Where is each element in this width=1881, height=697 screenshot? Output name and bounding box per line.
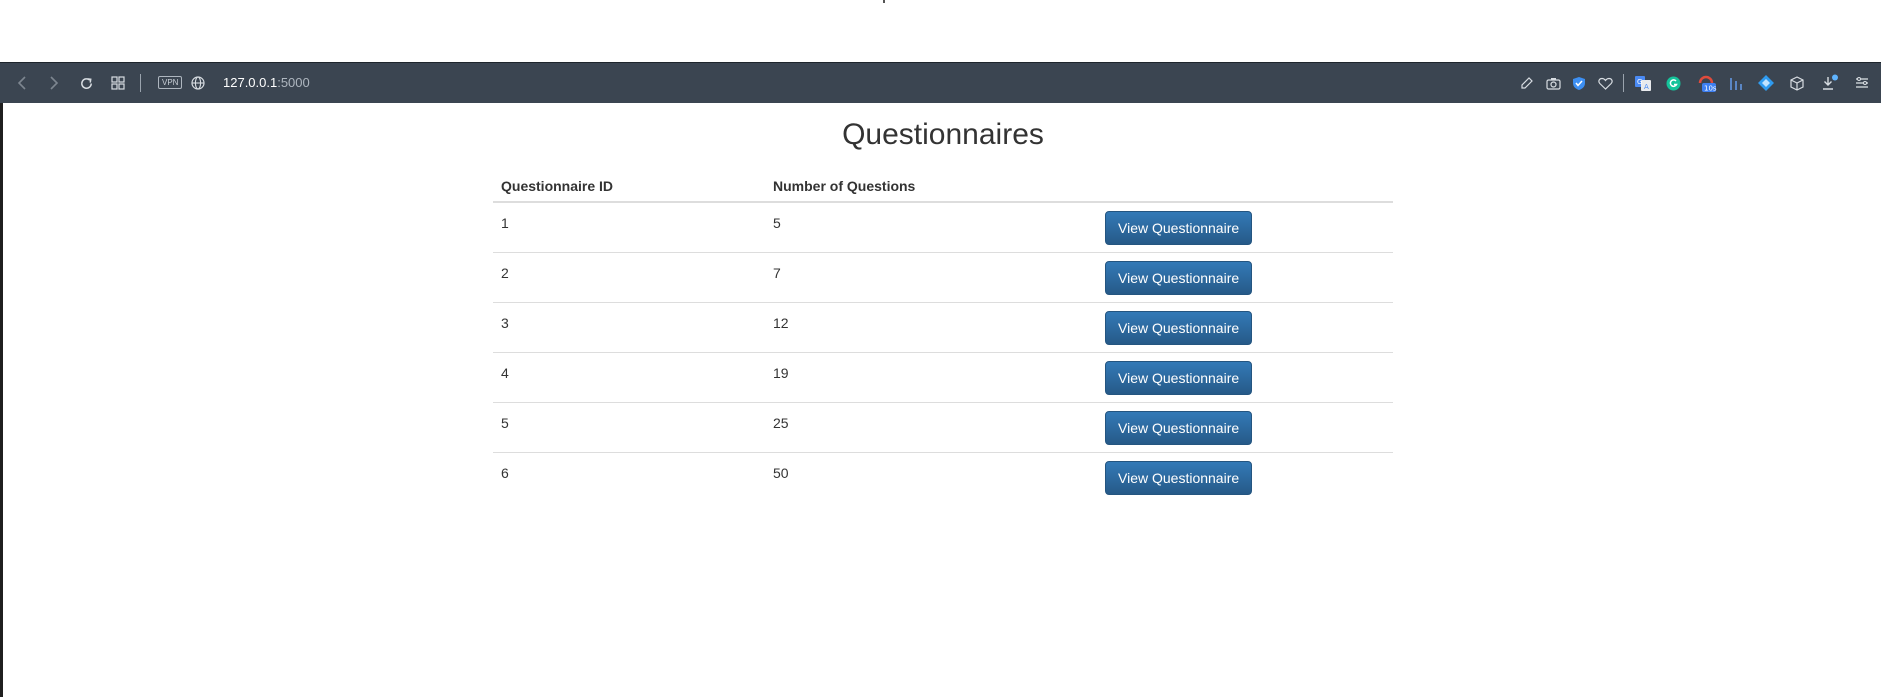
action-cell: View Questionnaire <box>1097 401 1393 452</box>
questionnaire-id-cell: 6 <box>493 451 765 502</box>
vpn-badge[interactable]: VPN <box>158 76 183 89</box>
view-questionnaire-button[interactable]: View Questionnaire <box>1105 211 1253 245</box>
download-icon[interactable] <box>1821 63 1839 103</box>
action-cell: View Questionnaire <box>1097 451 1393 502</box>
window-top-area <box>0 0 1881 62</box>
column-header-id: Questionnaire ID <box>493 171 765 203</box>
camera-icon[interactable] <box>1545 63 1561 103</box>
table-row: 1 5 View Questionnaire <box>493 201 1393 252</box>
question-count-cell: 19 <box>765 351 1097 402</box>
questionnaire-table: Questionnaire ID Number of Questions 1 5… <box>493 171 1393 502</box>
forward-icon[interactable] <box>46 63 62 103</box>
globe-icon[interactable] <box>190 63 206 103</box>
back-icon[interactable] <box>14 63 30 103</box>
shield-icon[interactable] <box>1571 63 1587 103</box>
address-bar[interactable]: 127.0.0.1:5000 <box>223 63 310 103</box>
toolbar-separator <box>140 74 141 92</box>
questionnaire-id-cell: 2 <box>493 251 765 302</box>
table-row: 3 12 View Questionnaire <box>493 301 1393 352</box>
svg-text:A: A <box>1644 83 1649 91</box>
bar-chart-extension-icon[interactable] <box>1728 63 1744 103</box>
view-questionnaire-button[interactable]: View Questionnaire <box>1105 260 1253 295</box>
question-count-cell: 25 <box>765 401 1097 452</box>
table-row: 6 50 View Questionnaire <box>493 451 1393 502</box>
questionnaire-id-cell: 3 <box>493 301 765 352</box>
reload-icon[interactable] <box>78 63 94 103</box>
view-questionnaire-button[interactable]: View Questionnaire <box>1105 360 1253 395</box>
top-dot <box>883 0 885 3</box>
url-port: :5000 <box>277 75 310 90</box>
timer-badge-text: 10s <box>1704 85 1717 93</box>
cube-icon[interactable] <box>1789 63 1805 103</box>
table-header-row: Questionnaire ID Number of Questions <box>493 171 1393 203</box>
tabs-grid-icon[interactable] <box>110 63 126 103</box>
question-count-cell: 12 <box>765 301 1097 352</box>
action-cell: View Questionnaire <box>1097 301 1393 352</box>
question-count-cell: 7 <box>765 251 1097 302</box>
questionnaire-id-cell: 5 <box>493 401 765 452</box>
translate-extension-icon[interactable]: GA <box>1634 63 1652 103</box>
questionnaire-id-cell: 4 <box>493 351 765 402</box>
view-questionnaire-button[interactable]: View Questionnaire <box>1105 460 1253 495</box>
heart-icon[interactable] <box>1597 63 1613 103</box>
browser-toolbar: VPN 127.0.0.1:5000 GA 10s <box>0 62 1881 103</box>
url-host: 127.0.0.1 <box>223 75 278 90</box>
diamond-extension-icon[interactable] <box>1758 63 1774 103</box>
edit-icon[interactable] <box>1519 63 1535 103</box>
grammarly-icon[interactable] <box>1665 63 1681 103</box>
page-title: Questionnaires <box>842 118 1044 151</box>
svg-text:G: G <box>1637 78 1642 86</box>
action-cell: View Questionnaire <box>1097 201 1393 252</box>
column-header-action <box>1097 171 1393 203</box>
table-row: 4 19 View Questionnaire <box>493 351 1393 402</box>
menu-icon[interactable] <box>1854 63 1870 103</box>
view-questionnaire-button[interactable]: View Questionnaire <box>1105 410 1253 445</box>
view-questionnaire-button[interactable]: View Questionnaire <box>1105 310 1253 345</box>
action-cell: View Questionnaire <box>1097 251 1393 302</box>
question-count-cell: 50 <box>765 451 1097 502</box>
action-cell: View Questionnaire <box>1097 351 1393 402</box>
column-header-count: Number of Questions <box>765 171 1097 203</box>
table-row: 5 25 View Questionnaire <box>493 401 1393 452</box>
table-row: 2 7 View Questionnaire <box>493 251 1393 302</box>
questionnaire-id-cell: 1 <box>493 201 765 252</box>
timer-extension-icon[interactable]: 10s <box>1696 63 1718 103</box>
question-count-cell: 5 <box>765 201 1097 252</box>
toolbar-separator <box>1623 74 1624 92</box>
